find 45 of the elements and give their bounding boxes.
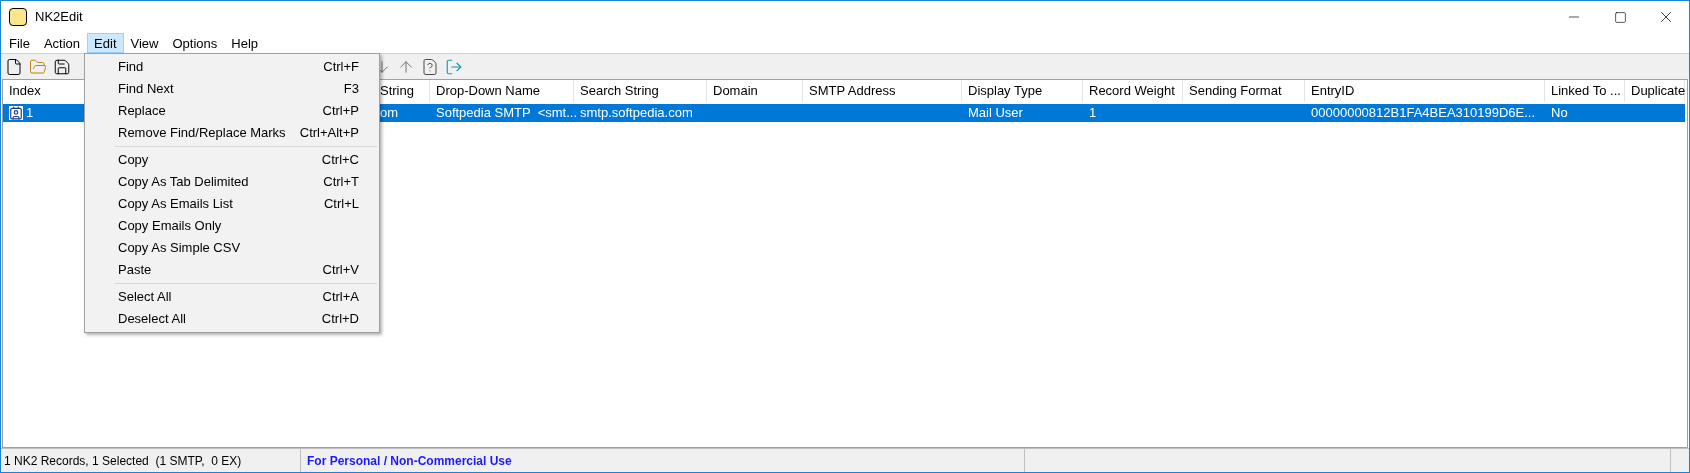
- table-cell-text: Softpedia SMTP <smt...: [436, 104, 577, 123]
- menu-entry[interactable]: Copy As Emails List Ctrl+L: [85, 193, 379, 215]
- column-header[interactable]: Search String: [574, 80, 707, 102]
- menu-entry[interactable]: Select All Ctrl+A: [85, 286, 379, 308]
- table-cell-text: 1: [26, 104, 34, 123]
- column-header[interactable]: Display Type: [962, 80, 1083, 102]
- menu-item[interactable]: Action: [36, 33, 88, 53]
- table-cell-text: 00000000812B1FA4BEA310199D6E...: [1311, 104, 1536, 123]
- app-icon: [9, 8, 27, 26]
- window-title: NK2Edit: [35, 8, 83, 27]
- table-cell-text: 1: [1089, 104, 1097, 123]
- menu-entry[interactable]: Copy As Simple CSV: [85, 237, 379, 259]
- save-icon[interactable]: [53, 57, 71, 76]
- column-header[interactable]: Duplicate: [1625, 80, 1685, 102]
- column-header[interactable]: Drop-Down Name: [430, 80, 574, 102]
- menu-entry[interactable]: Paste Ctrl+V: [85, 259, 379, 281]
- contact-icon: [9, 106, 23, 120]
- menu-item[interactable]: Help: [224, 33, 265, 53]
- column-header[interactable]: Linked To ...: [1545, 80, 1625, 102]
- table-cell-text: No: [1551, 104, 1568, 123]
- maximize-icon[interactable]: [1613, 10, 1627, 24]
- folder-icon[interactable]: [29, 57, 47, 76]
- menu-entry[interactable]: Copy As Tab Delimited Ctrl+T: [85, 171, 379, 193]
- menu-entry[interactable]: Remove Find/Replace Marks Ctrl+Alt+P: [85, 122, 379, 144]
- menu-item[interactable]: Edit: [87, 33, 124, 53]
- menu-entry[interactable]: Find Ctrl+F: [85, 56, 379, 78]
- new-file-icon[interactable]: [5, 57, 23, 76]
- column-header[interactable]: SMTP Address: [803, 80, 962, 102]
- menu-entry[interactable]: Copy Emails Only: [85, 215, 379, 237]
- column-header[interactable]: EntryID: [1305, 80, 1545, 102]
- table-cell-text: Mail User: [968, 104, 1023, 123]
- column-header[interactable]: Domain: [707, 80, 803, 102]
- column-header[interactable]: Sending Format: [1183, 80, 1305, 102]
- menu-item[interactable]: View: [123, 33, 166, 53]
- license-text: For Personal / Non-Commercial Use: [307, 452, 512, 470]
- table-cell-text: om: [380, 104, 399, 123]
- menu-entry[interactable]: Deselect All Ctrl+D: [85, 308, 379, 330]
- exit-door-icon[interactable]: [445, 57, 463, 76]
- menu-entry[interactable]: Copy Ctrl+C: [85, 149, 379, 171]
- status-text: 1 NK2 Records, 1 Selected (1 SMTP, 0 EX): [4, 452, 242, 470]
- column-header[interactable]: Record Weight: [1083, 80, 1183, 102]
- menu-item[interactable]: File: [2, 33, 37, 53]
- document-question-icon[interactable]: [421, 57, 439, 76]
- table-cell-text: smtp.softpedia.com: [580, 104, 693, 123]
- menu-item[interactable]: Options: [165, 33, 225, 53]
